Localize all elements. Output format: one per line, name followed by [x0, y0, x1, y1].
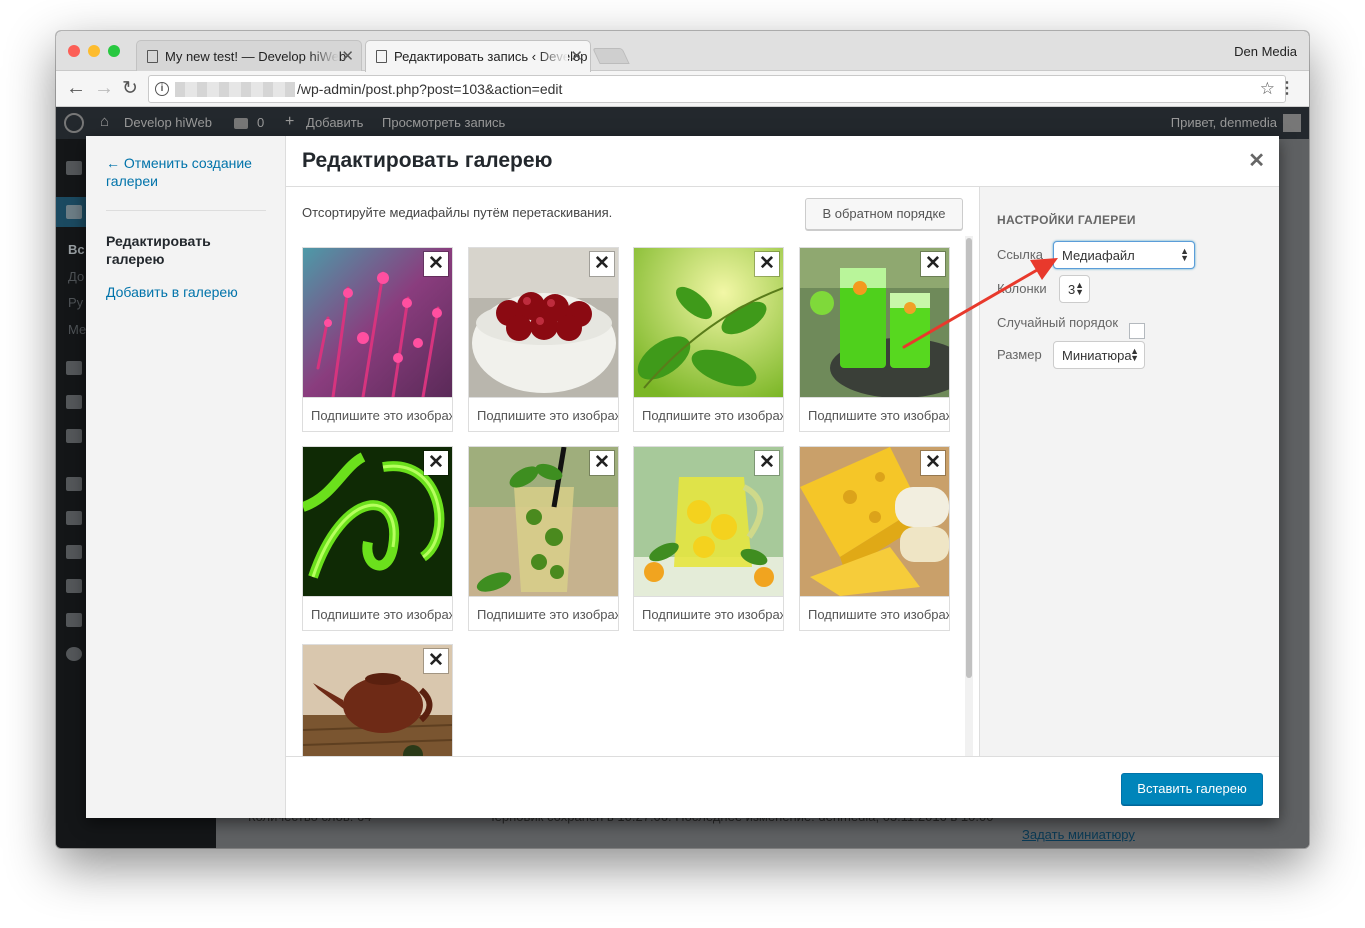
plugins-icon [66, 511, 82, 525]
address-bar: ← → ↻ i /wp-admin/post.php?post=103&acti… [56, 71, 1309, 107]
greeting[interactable]: Привет, denmedia [1171, 115, 1277, 130]
view-post-link[interactable]: Просмотреть запись [382, 115, 505, 130]
annotation-arrow [902, 258, 1058, 349]
menu-kebab-icon[interactable]: ⋮ [1279, 78, 1295, 98]
close-tab-icon[interactable]: ✕ [570, 47, 583, 65]
side-text-3: Ру [68, 295, 84, 310]
comments-count: 0 [257, 115, 265, 130]
plus-icon: + [285, 113, 295, 130]
site-name[interactable]: Develop hiWeb [124, 115, 212, 130]
bookmark-star-icon[interactable]: ☆ [1260, 79, 1275, 99]
zoom-window-button[interactable] [108, 45, 120, 57]
side-text-4: Ме [68, 322, 87, 337]
url-text: /wp-admin/post.php?post=103&action=edit [297, 81, 563, 97]
close-tab-icon[interactable]: ✕ [341, 47, 354, 65]
wordpress-logo-icon[interactable] [64, 113, 84, 133]
gallery-modal: ← Отменить создание галереи Редактироват… [86, 136, 1279, 818]
info-icon[interactable]: i [155, 82, 169, 96]
close-window-button[interactable] [68, 45, 80, 57]
set-thumbnail-link[interactable]: Задать миниатюру [1022, 827, 1135, 842]
media-icon [66, 361, 82, 375]
appearance-icon [66, 477, 82, 491]
profile-name[interactable]: Den Media [1234, 44, 1297, 59]
comments-menu-icon [66, 429, 82, 443]
annotation-arrow-line [902, 264, 1046, 349]
tab-2[interactable]: Редактировать запись ‹ Develop ✕ [365, 40, 591, 72]
add-new-link[interactable]: Добавить [306, 115, 363, 130]
users-icon [66, 545, 82, 559]
forward-arrow-icon[interactable]: → [94, 77, 114, 100]
annotation-arrow-head [1030, 258, 1058, 280]
collapse-menu-icon [66, 647, 82, 661]
blurred-domain [175, 82, 295, 97]
comments-icon[interactable] [234, 118, 248, 129]
back-arrow-icon[interactable]: ← [66, 77, 86, 100]
dashboard-icon [66, 161, 82, 175]
new-tab-button[interactable] [592, 48, 630, 64]
tools-icon [66, 579, 82, 593]
side-text-1: Вс [68, 242, 85, 257]
tab-1[interactable]: My new test! — Develop hiWeb ✕ [136, 40, 362, 72]
pages-icon [66, 395, 82, 409]
side-text-2: До [68, 269, 85, 284]
reload-icon[interactable]: ↻ [122, 77, 138, 100]
url-input[interactable]: i /wp-admin/post.php?post=103&action=edi… [148, 75, 1286, 103]
wp-admin-bar: ⌂ Develop hiWeb 0 + Добавить Просмотреть… [56, 107, 1309, 139]
avatar[interactable] [1283, 114, 1301, 132]
document-icon [376, 50, 387, 63]
pin-icon [66, 205, 82, 219]
home-icon: ⌂ [100, 113, 110, 130]
document-icon [147, 50, 158, 63]
minimize-window-button[interactable] [88, 45, 100, 57]
settings-menu-icon [66, 613, 82, 627]
tab-bar: My new test! — Develop hiWeb ✕ Редактиро… [56, 31, 1309, 72]
